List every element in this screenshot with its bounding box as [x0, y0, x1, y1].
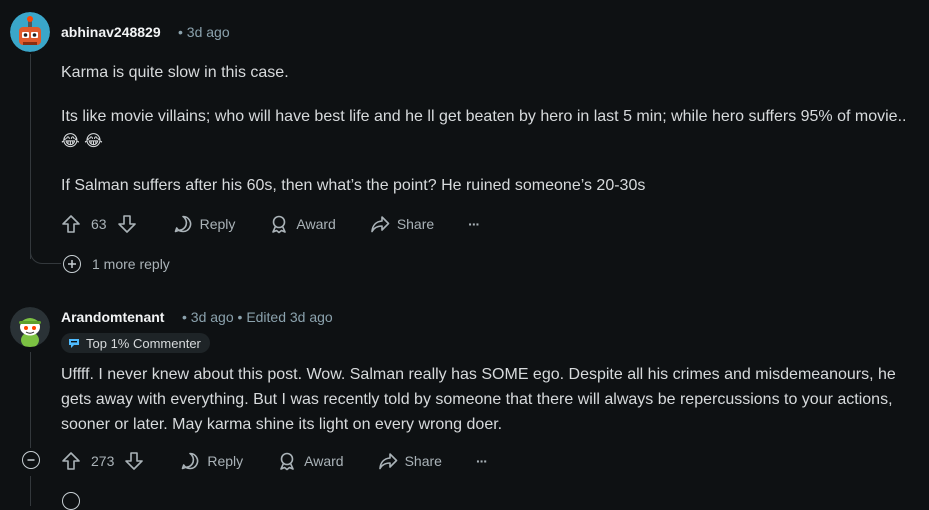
user-avatar[interactable] [10, 307, 50, 347]
collapse-minus-icon [27, 459, 35, 461]
comment-action-bar: 63 Reply Award Share ··· [61, 212, 480, 236]
award-button[interactable]: Award [269, 214, 336, 234]
badge-label: Top 1% Commenter [86, 335, 201, 351]
award-icon [280, 452, 294, 471]
share-button[interactable]: Share [378, 451, 442, 471]
top-commenter-icon [69, 339, 79, 348]
top-commenter-badge[interactable]: Top 1% Commenter [61, 333, 210, 353]
comment-author[interactable]: abhinav248829 [61, 24, 161, 40]
meta-separator: • [182, 309, 187, 325]
reply-label: Reply [207, 453, 244, 469]
more-replies-link[interactable]: 1 more reply [92, 256, 170, 272]
vote-group: 63 [61, 214, 137, 234]
vote-count: 273 [91, 453, 115, 469]
award-label: Award [296, 216, 336, 232]
expand-replies-button[interactable] [63, 255, 81, 273]
downvote-icon[interactable] [124, 451, 144, 471]
user-avatar[interactable] [10, 12, 50, 52]
meta-separator: • [237, 309, 243, 325]
downvote-icon[interactable] [117, 214, 137, 234]
comment-paragraph: Karma is quite slow in this case. [61, 64, 289, 81]
time-ago[interactable]: 3d ago [187, 24, 230, 40]
comment-timestamp: • 3d ago • Edited 3d ago [182, 309, 333, 325]
reply-label: Reply [199, 216, 236, 232]
comment-paragraph: If Salman suffers after his 60s, then wh… [61, 177, 646, 194]
overflow-menu-button[interactable]: ··· [468, 216, 480, 232]
robot-avatar-icon [10, 12, 50, 52]
thread-branch [30, 246, 61, 264]
meta-separator: • [178, 24, 183, 40]
comment-author[interactable]: Arandomtenant [61, 309, 164, 325]
time-ago[interactable]: 3d ago [191, 309, 234, 325]
comment-icon [182, 452, 199, 470]
award-label: Award [304, 453, 344, 469]
reply-button[interactable]: Reply [180, 451, 243, 471]
share-button[interactable]: Share [370, 214, 434, 234]
collapse-thread-button[interactable] [22, 451, 40, 469]
comment-action-bar: 273 Reply Award Share ··· [61, 449, 488, 473]
paragraph-text: Its like movie villains; who will have b… [61, 108, 907, 125]
thread-line [30, 54, 31, 259]
vote-group: 273 [61, 451, 144, 471]
overflow-icon: ··· [475, 453, 488, 469]
comment-paragraph: Its like movie villains; who will have b… [61, 104, 911, 154]
vote-count: 63 [91, 216, 107, 232]
comment-body: Karma is quite slow in this case. Its li… [61, 60, 911, 198]
snoo-avatar-icon [10, 307, 50, 347]
overflow-icon: ··· [468, 216, 480, 232]
comment-icon [174, 215, 191, 233]
edited-label: Edited 3d ago [246, 309, 333, 325]
thread-line [30, 352, 31, 448]
thread-line [30, 476, 31, 506]
overflow-menu-button[interactable]: ··· [475, 453, 488, 469]
comment-paragraph: Uffff. I never knew about this post. Wow… [61, 366, 896, 433]
comment-timestamp: • 3d ago [178, 24, 230, 40]
share-icon [378, 453, 397, 470]
laughing-emoji: 😂 😂 [61, 133, 103, 150]
award-icon [272, 215, 287, 234]
reply-button[interactable]: Reply [173, 214, 236, 234]
share-label: Share [404, 453, 442, 469]
upvote-icon[interactable] [61, 214, 81, 234]
award-button[interactable]: Award [277, 451, 344, 471]
share-icon [371, 216, 390, 233]
expand-plus-icon [68, 260, 76, 268]
expand-replies-button[interactable] [62, 492, 80, 510]
share-label: Share [396, 216, 435, 232]
comment-body: Uffff. I never knew about this post. Wow… [61, 362, 911, 437]
upvote-icon[interactable] [61, 451, 81, 471]
